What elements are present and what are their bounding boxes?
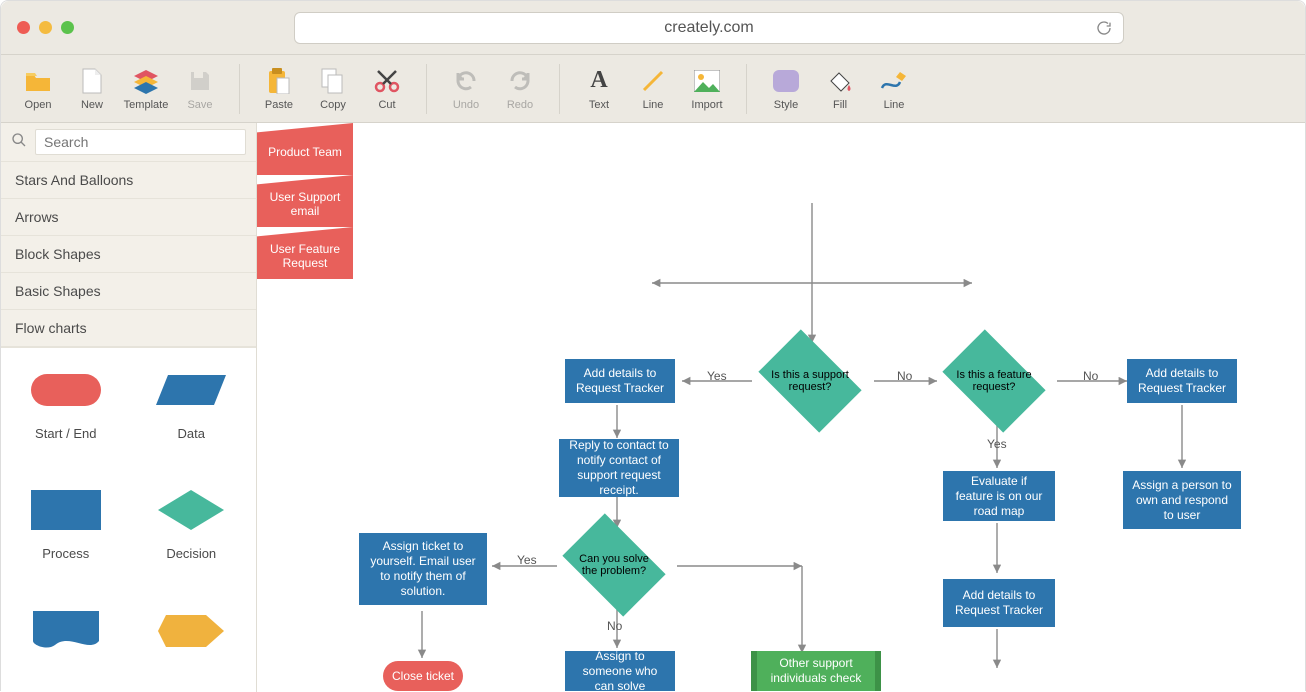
cut-button[interactable]: Cut xyxy=(360,63,414,115)
fill-button[interactable]: Fill xyxy=(813,63,867,115)
palette-display[interactable] xyxy=(129,595,255,686)
node-assign-someone[interactable]: Assign to someone who can solve xyxy=(565,651,675,691)
palette-start-end[interactable]: Start / End xyxy=(3,354,129,468)
template-button[interactable]: Template xyxy=(119,63,173,115)
node-other-support[interactable]: Other support individuals check xyxy=(751,651,881,691)
category-basic-shapes[interactable]: Basic Shapes xyxy=(1,273,256,310)
paste-button[interactable]: Paste xyxy=(252,63,306,115)
copy-button[interactable]: Copy xyxy=(306,63,360,115)
label-yes-1: Yes xyxy=(707,369,727,383)
node-product-team[interactable]: Product Team xyxy=(257,123,353,175)
layers-icon xyxy=(132,67,160,95)
node-add-details-left[interactable]: Add details to Request Tracker xyxy=(565,359,675,403)
node-is-feature[interactable]: Is this a feature request? xyxy=(951,351,1037,411)
node-evaluate-roadmap[interactable]: Evaluate if feature is on our road map xyxy=(943,471,1055,521)
node-close-ticket[interactable]: Close ticket xyxy=(383,661,463,691)
save-icon xyxy=(186,67,214,95)
palette-document[interactable] xyxy=(3,595,129,686)
pencil-icon xyxy=(880,67,908,95)
node-reply-contact[interactable]: Reply to contact to notify contact of su… xyxy=(559,439,679,497)
close-window-button[interactable] xyxy=(17,21,30,34)
window-controls xyxy=(17,21,74,34)
line-tool-button[interactable]: Line xyxy=(626,63,680,115)
folder-icon xyxy=(24,67,52,95)
maximize-window-button[interactable] xyxy=(61,21,74,34)
url-text: creately.com xyxy=(664,19,754,37)
node-is-support[interactable]: Is this a support request? xyxy=(767,351,853,411)
import-button[interactable]: Import xyxy=(680,63,734,115)
palette-data[interactable]: Data xyxy=(129,354,255,468)
main-toolbar: Open New Template Save Paste Co xyxy=(1,55,1305,123)
paint-bucket-icon xyxy=(826,67,854,95)
undo-button[interactable]: Undo xyxy=(439,63,493,115)
text-icon: A xyxy=(585,67,613,95)
file-icon xyxy=(78,67,106,95)
node-assign-ticket[interactable]: Assign ticket to yourself. Email user to… xyxy=(359,533,487,605)
clipboard-icon xyxy=(265,67,293,95)
palette-process[interactable]: Process xyxy=(3,474,129,588)
line-icon xyxy=(639,67,667,95)
shape-palette: Start / End Data Process Decision xyxy=(1,347,256,692)
diagram-canvas[interactable]: Product Team User Support email User Fea… xyxy=(257,123,1305,692)
category-stars-balloons[interactable]: Stars And Balloons xyxy=(1,162,256,199)
save-button[interactable]: Save xyxy=(173,63,227,115)
shape-sidebar: Stars And Balloons Arrows Block Shapes B… xyxy=(1,123,257,692)
new-button[interactable]: New xyxy=(65,63,119,115)
node-user-feature-request[interactable]: User Feature Request xyxy=(257,227,353,279)
image-icon xyxy=(693,67,721,95)
label-yes-2: Yes xyxy=(987,437,1007,451)
style-button[interactable]: Style xyxy=(759,63,813,115)
style-swatch-icon xyxy=(772,67,800,95)
address-bar[interactable]: creately.com xyxy=(294,12,1124,44)
node-can-solve[interactable]: Can you solve the problem? xyxy=(571,535,657,595)
node-add-details-right[interactable]: Add details to Request Tracker xyxy=(1127,359,1237,403)
label-yes-3: Yes xyxy=(517,553,537,567)
undo-icon xyxy=(452,67,480,95)
category-flow-charts[interactable]: Flow charts xyxy=(1,310,256,347)
browser-chrome: creately.com xyxy=(1,1,1305,55)
node-add-details-mid[interactable]: Add details to Request Tracker xyxy=(943,579,1055,627)
label-no-3: No xyxy=(607,619,622,633)
reload-icon[interactable] xyxy=(1095,19,1113,37)
redo-button[interactable]: Redo xyxy=(493,63,547,115)
node-user-support-email[interactable]: User Support email xyxy=(257,175,353,227)
category-block-shapes[interactable]: Block Shapes xyxy=(1,236,256,273)
shape-search-input[interactable] xyxy=(35,129,246,155)
minimize-window-button[interactable] xyxy=(39,21,52,34)
scissors-icon xyxy=(373,67,401,95)
redo-icon xyxy=(506,67,534,95)
search-icon xyxy=(11,132,27,153)
line-style-button[interactable]: Line xyxy=(867,63,921,115)
label-no-2: No xyxy=(1083,369,1098,383)
text-tool-button[interactable]: A Text xyxy=(572,63,626,115)
category-arrows[interactable]: Arrows xyxy=(1,199,256,236)
copy-icon xyxy=(319,67,347,95)
palette-decision[interactable]: Decision xyxy=(129,474,255,588)
open-button[interactable]: Open xyxy=(11,63,65,115)
node-assign-person[interactable]: Assign a person to own and respond to us… xyxy=(1123,471,1241,529)
label-no-1: No xyxy=(897,369,912,383)
